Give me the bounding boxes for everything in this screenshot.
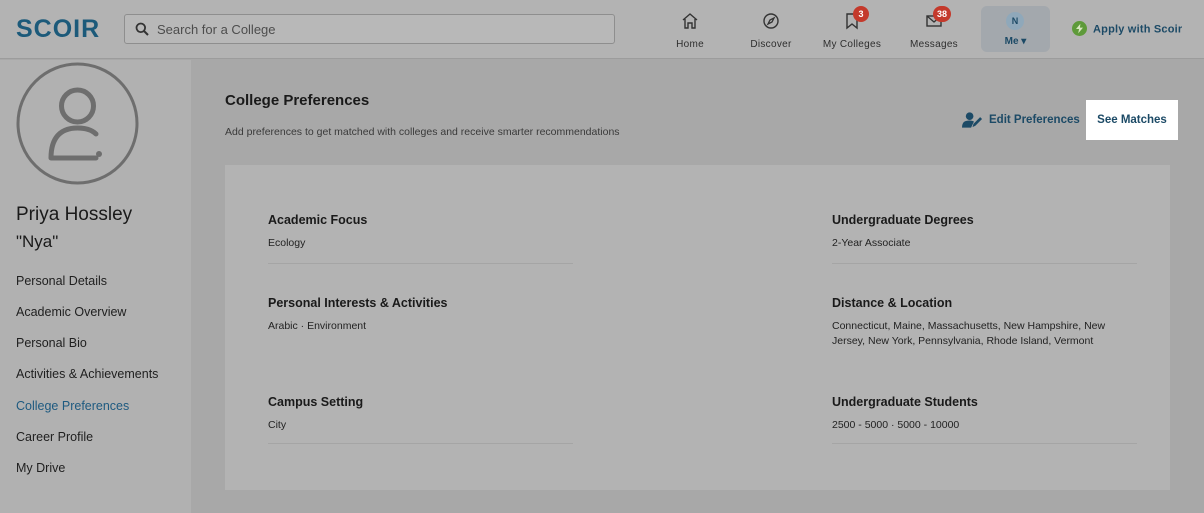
pref-label: Personal Interests & Activities (268, 296, 448, 310)
compass-icon (762, 12, 780, 30)
nav-messages-label: Messages (910, 39, 958, 50)
pref-value: 2-Year Associate (832, 237, 911, 249)
sidebar-link-activities-achievements[interactable]: Activities & Achievements (16, 367, 158, 381)
sidebar-link-college-preferences[interactable]: College Preferences (16, 399, 129, 413)
page-title: College Preferences (225, 92, 370, 109)
divider (832, 443, 1137, 444)
user-avatar-placeholder-icon[interactable] (16, 62, 139, 185)
student-name: Priya Hossley (16, 204, 133, 225)
edit-preferences-button[interactable]: Edit Preferences (962, 108, 1080, 132)
pref-value: Connecticut, Maine, Massachusetts, New H… (832, 320, 1106, 347)
student-nickname: "Nya" (16, 232, 59, 251)
top-header: SCOIR Home Discover 3 (0, 0, 1204, 59)
edit-user-icon (962, 112, 983, 128)
preferences-card: Academic Focus Ecology Undergraduate Deg… (225, 165, 1170, 490)
user-initial-avatar: N (1006, 12, 1024, 30)
scoir-logo[interactable]: SCOIR (16, 16, 100, 42)
profile-sidebar: Priya Hossley "Nya" Personal Details Aca… (0, 60, 191, 513)
pref-label: Campus Setting (268, 395, 364, 409)
pref-value: Ecology (268, 237, 306, 249)
apply-label: Apply with Scoir (1093, 23, 1183, 36)
pref-academic-focus: Academic Focus Ecology (268, 213, 573, 264)
nav-home[interactable]: Home (650, 10, 730, 50)
nav-discover-label: Discover (750, 39, 792, 50)
nav-messages[interactable]: 38 Messages (894, 6, 974, 50)
sidebar-link-career-profile[interactable]: Career Profile (16, 430, 93, 444)
pref-label: Distance & Location (832, 296, 953, 310)
pref-value: City (268, 419, 287, 431)
divider (268, 443, 573, 444)
mail-icon: 38 (925, 6, 952, 30)
pref-undergraduate-degrees: Undergraduate Degrees 2-Year Associate (832, 213, 1137, 264)
apply-with-scoir-link[interactable]: Apply with Scoir (1072, 21, 1183, 38)
divider (268, 263, 573, 264)
pref-value: 2500 - 5000 · 5000 - 10000 (832, 419, 960, 431)
sidebar-link-personal-bio[interactable]: Personal Bio (16, 336, 87, 350)
nav-my-colleges-label: My Colleges (822, 39, 882, 50)
edit-preferences-label: Edit Preferences (989, 114, 1080, 126)
pref-label: Undergraduate Degrees (832, 213, 974, 227)
pref-label: Undergraduate Students (832, 395, 978, 409)
college-search-bar[interactable] (124, 14, 615, 44)
sidebar-link-my-drive[interactable]: My Drive (16, 461, 65, 475)
home-icon (681, 12, 699, 30)
nav-my-colleges[interactable]: 3 My Colleges (812, 6, 892, 50)
nav-home-label: Home (676, 39, 704, 50)
pref-undergraduate-students: Undergraduate Students 2500 - 5000 · 500… (832, 395, 1137, 444)
pref-value: Arabic · Environment (268, 320, 367, 332)
lightning-bolt-icon (1072, 21, 1087, 36)
me-label: Me ▾ (1004, 36, 1027, 47)
my-colleges-badge: 3 (853, 6, 869, 22)
see-matches-button[interactable]: See Matches (1086, 100, 1178, 140)
messages-badge: 38 (933, 6, 952, 22)
pref-distance-location: Distance & Location Connecticut, Maine, … (832, 296, 1137, 349)
sidebar-link-academic-overview[interactable]: Academic Overview (16, 305, 126, 319)
page-subtitle: Add preferences to get matched with coll… (225, 126, 620, 138)
pref-label: Academic Focus (268, 213, 368, 227)
pref-personal-interests: Personal Interests & Activities Arabic ·… (268, 296, 573, 334)
nav-discover[interactable]: Discover (731, 10, 811, 50)
search-icon (135, 22, 149, 36)
divider (832, 263, 1137, 264)
pref-campus-setting: Campus Setting City (268, 395, 573, 444)
search-input[interactable] (157, 15, 607, 43)
bookmark-icon: 3 (843, 6, 869, 30)
me-menu-button[interactable]: N Me ▾ (981, 6, 1050, 52)
sidebar-link-personal-details[interactable]: Personal Details (16, 274, 107, 288)
